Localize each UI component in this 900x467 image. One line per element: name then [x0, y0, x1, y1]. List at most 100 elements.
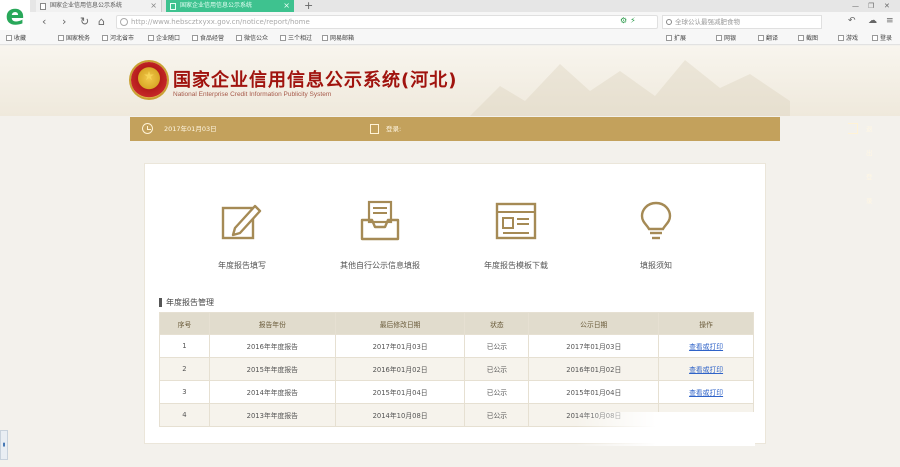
bookmarks-bar: 收藏 国家税务 河北省市 企业随口 食品经营 微信公众 三个相过 网易邮箱 扩展… — [0, 32, 900, 45]
toolbar-login[interactable]: 登录 — [872, 32, 892, 45]
action-cell: 查看或打印 — [658, 357, 754, 381]
view-print-link[interactable]: 查看或打印 — [689, 343, 723, 351]
report-template-icon — [495, 202, 537, 240]
minimize-icon[interactable]: — — [852, 0, 859, 12]
column-header: 操作 — [658, 312, 754, 335]
restore-icon[interactable]: ❐ — [868, 0, 874, 12]
forward-icon[interactable]: › — [62, 15, 66, 29]
function-label: 填报须知 — [640, 261, 672, 270]
function-label: 年度报告填写 — [218, 261, 266, 270]
page-icon — [280, 35, 286, 41]
close-window-icon[interactable]: ✕ — [884, 0, 890, 12]
publish-date: 2016年01月02日 — [528, 357, 660, 381]
tab-title: 国家企业信用信息公示系统 — [180, 2, 253, 9]
table-header-row: 序号 报告年份 最后修改日期 状态 公示日期 操作 — [159, 312, 754, 335]
bookmark-item[interactable]: 网易邮箱 — [322, 32, 354, 45]
column-header: 公示日期 — [528, 312, 660, 335]
cloud-icon[interactable]: ☁ — [868, 16, 877, 26]
star-icon — [6, 35, 12, 41]
last-modified-date: 2017年01月03日 — [334, 334, 466, 358]
column-header: 报告年份 — [208, 312, 336, 335]
action-cell: 查看或打印 — [658, 380, 754, 404]
new-tab-button[interactable]: + — [304, 0, 313, 12]
page-icon — [170, 3, 176, 10]
browser-tab-2-active[interactable]: 国家企业信用信息公示系统 × — [166, 0, 294, 12]
status: 已公示 — [464, 403, 530, 427]
logout-icon[interactable] — [848, 123, 858, 134]
search-placeholder: 全球公认最强减肥食物 — [675, 18, 740, 26]
status: 已公示 — [464, 380, 530, 404]
bookmark-item[interactable]: 三个相过 — [280, 32, 312, 45]
last-modified-date: 2014年10月08日 — [334, 403, 466, 427]
search-input[interactable]: 全球公认最强减肥食物 — [662, 15, 822, 29]
page-icon — [102, 35, 108, 41]
user-icon — [872, 35, 878, 41]
browser-tab-bar: 国家企业信用信息公示系统 × 国家企业信用信息公示系统 × + — ❐ ✕ — [0, 0, 900, 12]
page-icon — [40, 3, 46, 10]
bookmark-item[interactable]: 国家税务 — [58, 32, 90, 45]
toolbar-games[interactable]: 游戏 — [838, 32, 858, 45]
lightbulb-icon — [640, 201, 672, 240]
scissors-icon — [798, 35, 804, 41]
search-icon — [666, 19, 672, 25]
bookmark-item[interactable]: 河北省市 — [102, 32, 134, 45]
menu-icon[interactable]: ≡ — [886, 16, 894, 26]
bookmark-item[interactable]: 收藏 — [6, 32, 26, 45]
report-year: 2013年年度报告 — [208, 403, 336, 427]
page-icon — [322, 35, 328, 41]
report-year: 2016年年度报告 — [208, 334, 336, 358]
toolbar-bank[interactable]: 网银 — [716, 32, 736, 45]
report-year: 2015年年度报告 — [208, 357, 336, 381]
function-label: 年度报告模板下载 — [484, 261, 548, 270]
publish-date: 2015年01月04日 — [528, 380, 660, 404]
bookmark-item[interactable]: 食品经营 — [192, 32, 224, 45]
url-text: http://www.hebscztxyxx.gov.cn/notice/rep… — [131, 18, 310, 26]
logged-in-company: 登录: — [386, 125, 402, 133]
toolbar-extension[interactable]: 扩展 — [666, 32, 686, 45]
publish-date: 2017年01月03日 — [528, 334, 660, 358]
bookmark-item[interactable]: 企业随口 — [148, 32, 180, 45]
globe-icon — [120, 18, 128, 26]
browser-logo: e — [0, 0, 30, 30]
clock-icon — [142, 123, 153, 134]
report-year: 2014年年度报告 — [208, 380, 336, 404]
pencil-edit-icon — [221, 204, 262, 240]
page-icon — [236, 35, 242, 41]
view-print-link[interactable]: 查看或打印 — [689, 366, 723, 374]
status: 已公示 — [464, 334, 530, 358]
main-panel: 年度报告填写 其他自行公示信息填报 年度报告模板下载 填报须知 年度报告管理 序… — [144, 163, 766, 446]
browser-toolbar: ‹ › ↻ ⌂ http://www.hebscztxyxx.gov.cn/no… — [0, 12, 900, 32]
shield-icon[interactable]: ⚙⚡ — [620, 16, 639, 25]
puzzle-icon — [666, 35, 672, 41]
address-bar[interactable]: http://www.hebscztxyxx.gov.cn/notice/rep… — [116, 15, 658, 29]
mountain-decoration — [470, 60, 790, 116]
section-title: 年度报告管理 — [159, 297, 214, 308]
toolbar-screenshot[interactable]: 截图 — [798, 32, 818, 45]
row-number: 1 — [159, 334, 210, 358]
browser-tab-1[interactable]: 国家企业信用信息公示系统 × — [36, 0, 162, 12]
tab-title: 国家企业信用信息公示系统 — [50, 2, 123, 9]
logout-link[interactable]: 退出登录 — [866, 117, 873, 213]
close-icon[interactable]: × — [150, 0, 157, 12]
undo-icon[interactable]: ↶ — [848, 16, 856, 26]
action-cell: 查看或打印 — [658, 334, 754, 358]
close-icon[interactable]: × — [283, 0, 290, 12]
refresh-icon[interactable]: ↻ — [80, 15, 89, 29]
last-modified-date: 2016年01月02日 — [334, 357, 466, 381]
row-number: 4 — [159, 403, 210, 427]
column-header: 状态 — [464, 312, 530, 335]
home-icon[interactable]: ⌂ — [98, 15, 105, 29]
translate-icon — [758, 35, 764, 41]
page-icon — [58, 35, 64, 41]
national-emblem-logo — [131, 62, 167, 98]
column-header: 序号 — [159, 312, 210, 335]
inbox-tray-icon — [360, 200, 400, 241]
bookmark-item[interactable]: 微信公众 — [236, 32, 268, 45]
side-panel-tab[interactable]: ▮ — [0, 430, 8, 460]
view-print-link[interactable]: 查看或打印 — [689, 389, 723, 397]
info-bar: 2017年01月03日 登录: 退出登录 — [130, 117, 873, 205]
page-icon — [192, 35, 198, 41]
back-icon[interactable]: ‹ — [42, 15, 46, 29]
toolbar-translate[interactable]: 翻译 — [758, 32, 778, 45]
gamepad-icon — [838, 35, 844, 41]
